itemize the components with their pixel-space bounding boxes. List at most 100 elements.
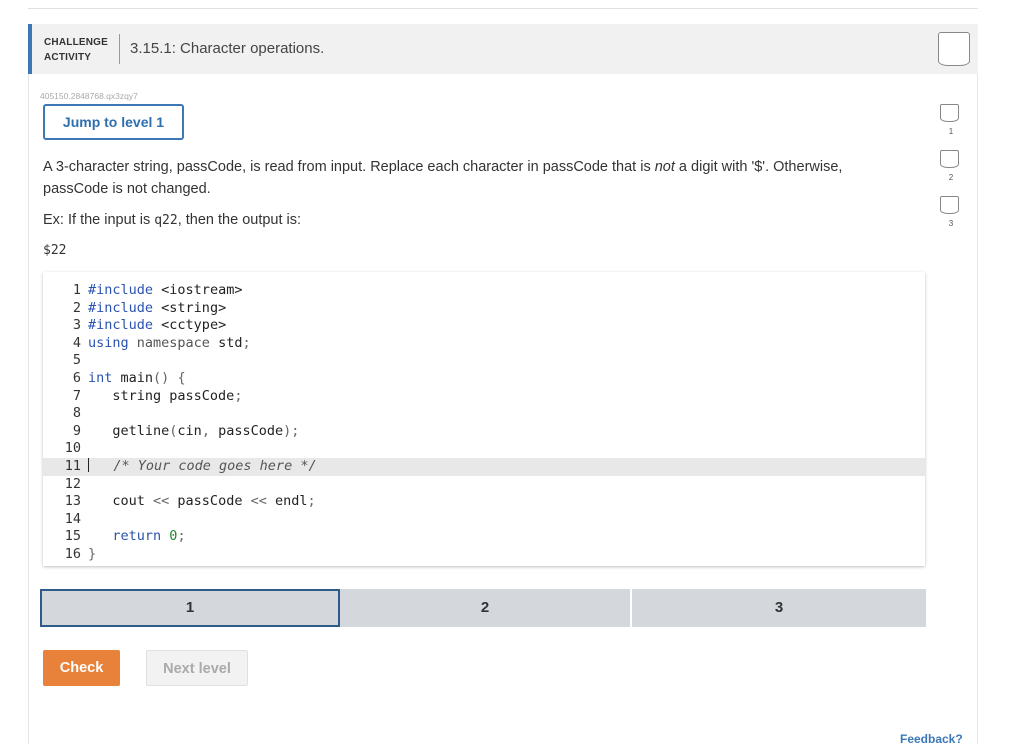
- description-text: A 3-character string, passCode, is read …: [43, 159, 655, 175]
- activity-type-line1: CHALLENGE: [44, 37, 109, 48]
- line-number: 4: [72, 334, 81, 351]
- code-line[interactable]: 14: [43, 511, 925, 529]
- next-level-button[interactable]: Next level: [146, 650, 248, 686]
- code-token: cout: [88, 493, 154, 510]
- code-line[interactable]: 13 cout << passCode << endl;: [43, 493, 925, 511]
- level-tab-3[interactable]: 3: [632, 589, 926, 627]
- code-token: /* Your code goes here */: [89, 458, 317, 474]
- code-line[interactable]: 12: [43, 476, 925, 494]
- activity-header: CHALLENGE ACTIVITY 3.15.1: Character ope…: [28, 24, 978, 74]
- code-token: (): [153, 370, 170, 386]
- code-line[interactable]: 2 #include <string>: [43, 300, 925, 318]
- code-token: }: [88, 546, 97, 562]
- code-token: std: [209, 334, 243, 351]
- level-progress-item: 3: [940, 196, 962, 228]
- code-line[interactable]: 11 /* Your code goes here */: [43, 458, 925, 476]
- code-token: #include: [88, 282, 154, 298]
- level-check-icon: [940, 196, 959, 214]
- code-line[interactable]: 5: [43, 352, 925, 370]
- code-token: <<: [153, 493, 170, 510]
- example-output: $22: [43, 243, 67, 258]
- code-token: #include: [88, 299, 154, 316]
- code-text[interactable]: int main() {: [88, 370, 186, 388]
- level-number: 1: [948, 127, 954, 136]
- activity-title: 3.15.1: Character operations.: [130, 40, 325, 57]
- jump-to-level-button[interactable]: Jump to level 1: [43, 104, 184, 140]
- page-top-line: [28, 8, 978, 9]
- code-token: #include: [88, 317, 154, 334]
- code-token: passCode: [169, 493, 251, 510]
- line-number: 7: [72, 387, 81, 404]
- code-text[interactable]: /* Your code goes here */: [88, 458, 317, 476]
- check-button[interactable]: Check: [43, 650, 120, 686]
- line-number: 10: [64, 440, 81, 457]
- line-number: 5: [72, 352, 81, 369]
- code-token: ;: [177, 528, 186, 545]
- code-line[interactable]: 10: [43, 440, 925, 458]
- level-progress-item: 1: [940, 104, 962, 136]
- problem-description: A 3-character string, passCode, is read …: [43, 156, 903, 200]
- code-line[interactable]: 8: [43, 405, 925, 423]
- level-number: 3: [948, 219, 954, 228]
- code-line[interactable]: 3 #include <cctype>: [43, 317, 925, 335]
- activity-id: 405150.2848768.qx3zqy7: [40, 91, 138, 101]
- code-token: ,: [201, 422, 210, 439]
- code-text[interactable]: getline(cin, passCode);: [88, 423, 299, 441]
- line-number: 12: [64, 475, 81, 492]
- code-line[interactable]: 7 string passCode;: [43, 388, 925, 406]
- feedback-link[interactable]: Feedback?: [900, 732, 963, 744]
- code-token: <iostream>: [161, 282, 243, 298]
- code-token: <cctype>: [161, 317, 227, 334]
- code-text[interactable]: return 0;: [88, 528, 186, 546]
- code-token: cin: [177, 422, 202, 439]
- code-token: passCode: [209, 422, 284, 439]
- level-number: 2: [948, 173, 954, 182]
- code-token: ;: [242, 334, 251, 351]
- line-number: 14: [64, 510, 81, 527]
- activity-type-line2: ACTIVITY: [44, 52, 92, 63]
- code-line[interactable]: 15 return 0;: [43, 528, 925, 546]
- code-token: ;: [307, 493, 316, 510]
- example-suffix: , then the output is:: [177, 212, 302, 228]
- code-text[interactable]: #include <cctype>: [88, 317, 226, 335]
- code-text[interactable]: #include <string>: [88, 300, 226, 318]
- level-tab-1[interactable]: 1: [40, 589, 340, 627]
- header-divider: [119, 34, 120, 64]
- code-line[interactable]: 1 #include <iostream>: [43, 282, 925, 300]
- code-token: int: [88, 370, 113, 386]
- level-tabs: 1 2 3: [40, 589, 926, 629]
- code-text[interactable]: cout << passCode << endl;: [88, 493, 316, 511]
- line-number: 8: [72, 405, 81, 422]
- code-line[interactable]: 9 getline(cin, passCode);: [43, 423, 925, 441]
- code-text[interactable]: }: [88, 546, 96, 564]
- code-token: endl: [266, 493, 308, 510]
- code-token: <string>: [161, 299, 227, 316]
- code-text[interactable]: using namespace std;: [88, 335, 251, 353]
- line-number: 13: [64, 493, 81, 510]
- level-check-icon: [940, 104, 959, 122]
- line-number: 9: [72, 422, 81, 439]
- activity-type-label: CHALLENGE ACTIVITY: [44, 35, 108, 65]
- code-line[interactable]: 4 using namespace std;: [43, 335, 925, 353]
- line-number: 11: [64, 458, 81, 474]
- code-line[interactable]: 16}: [43, 546, 925, 564]
- code-token: getline: [88, 422, 170, 439]
- line-number: 6: [72, 370, 81, 386]
- code-line[interactable]: 6 int main() {: [43, 370, 925, 388]
- code-token: <<: [250, 493, 267, 510]
- code-token: namespace: [136, 334, 210, 351]
- example-input: q22: [154, 213, 178, 228]
- code-editor[interactable]: 1 #include <iostream> 2 #include <string> 3 #…: [43, 272, 925, 566]
- code-token: using: [88, 334, 129, 351]
- example-text: Ex: If the input is q22, then the output…: [43, 210, 301, 231]
- code-token: {: [177, 370, 186, 386]
- code-text[interactable]: string passCode;: [88, 388, 242, 406]
- level-tab-2[interactable]: 2: [340, 589, 632, 627]
- completion-check-icon: [938, 32, 970, 66]
- line-number: 1: [72, 282, 81, 298]
- code-text[interactable]: #include <iostream>: [88, 282, 242, 300]
